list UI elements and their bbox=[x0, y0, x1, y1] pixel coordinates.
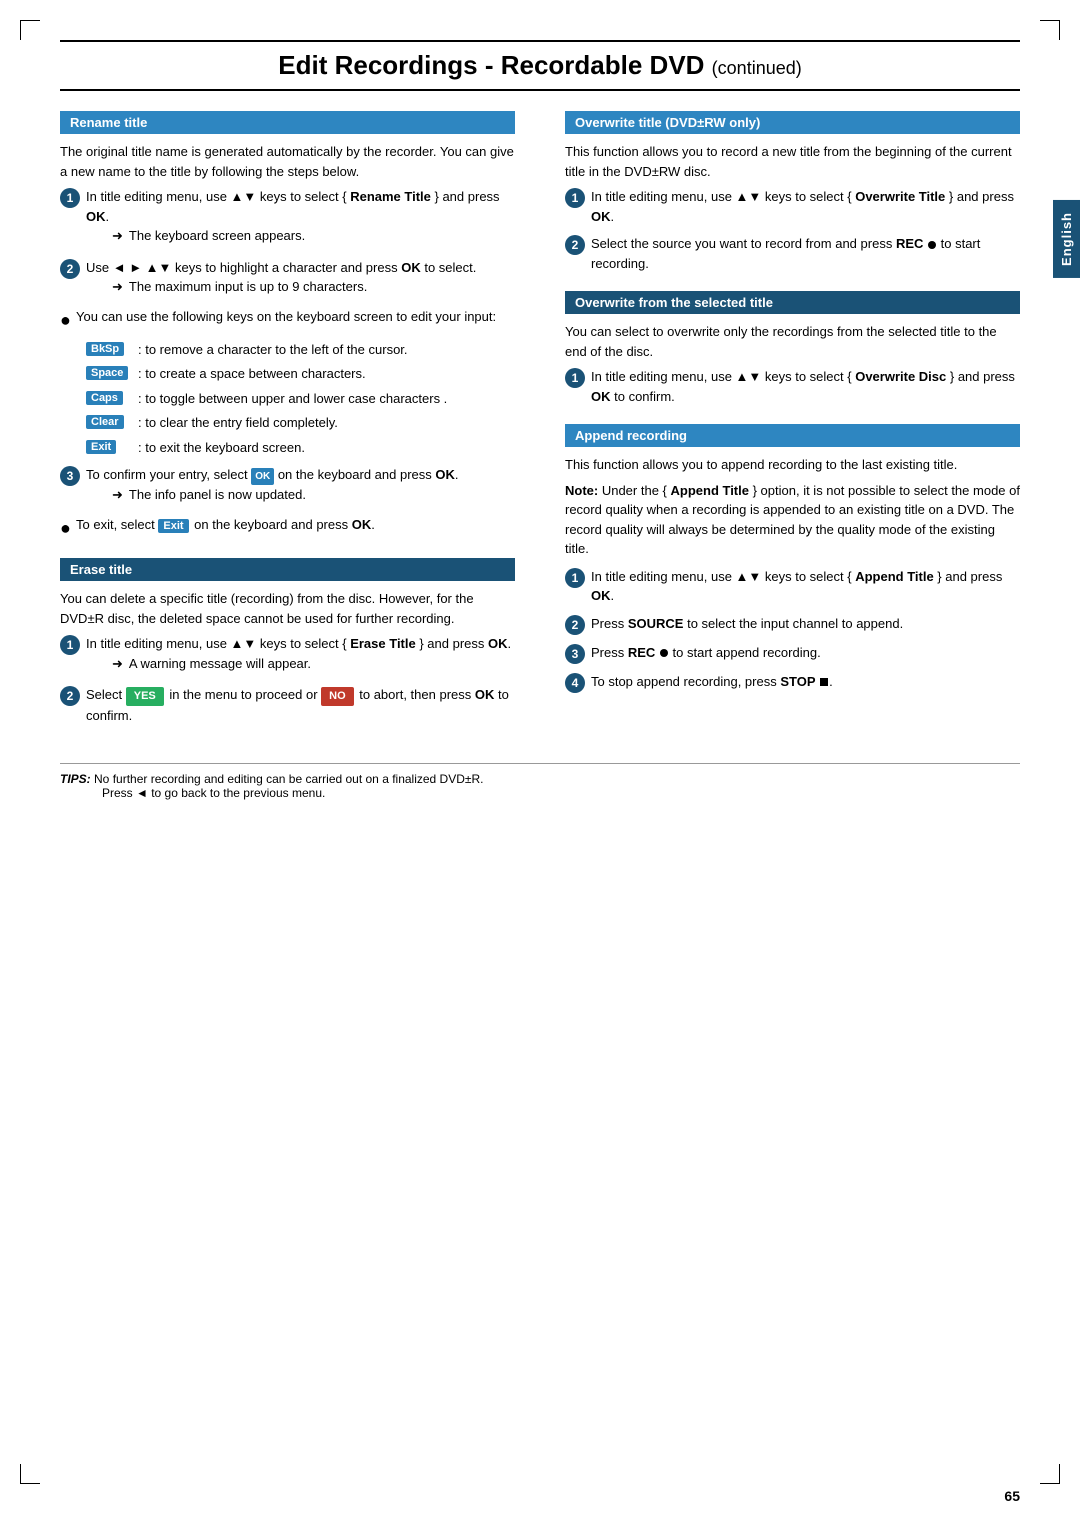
overwrite-title-section: Overwrite title (DVD±RW only) This funct… bbox=[565, 111, 1020, 273]
append-step-number-2: 2 bbox=[565, 615, 585, 635]
tips-section: TIPS: No further recording and editing c… bbox=[60, 763, 1020, 800]
overwrite-step-1: 1 In title editing menu, use ▲▼ keys to … bbox=[565, 187, 1020, 226]
rename-step-1: 1 In title editing menu, use ▲▼ keys to … bbox=[60, 187, 515, 250]
tips-line2: Press ◄ to go back to the previous menu. bbox=[102, 786, 325, 800]
append-step-1: 1 In title editing menu, use ▲▼ keys to … bbox=[565, 567, 1020, 606]
append-step-3: 3 Press REC to start append recording. bbox=[565, 643, 1020, 664]
append-recording-header: Append recording bbox=[565, 424, 1020, 447]
overwrite-selected-header: Overwrite from the selected title bbox=[565, 291, 1020, 314]
step-number-3: 3 bbox=[60, 466, 80, 486]
overwrite-title-header: Overwrite title (DVD±RW only) bbox=[565, 111, 1020, 134]
append-step-number-4: 4 bbox=[565, 673, 585, 693]
key-bksp: BkSp : to remove a character to the left… bbox=[86, 340, 515, 360]
language-tab: English bbox=[1053, 200, 1080, 278]
overwrite-selected-intro: You can select to overwrite only the rec… bbox=[565, 322, 1020, 361]
corner-mark-bl bbox=[20, 1464, 40, 1484]
rename-title-header: Rename title bbox=[60, 111, 515, 134]
erase-step-2: 2 Select YES in the menu to proceed or N… bbox=[60, 685, 515, 725]
append-step-number-1: 1 bbox=[565, 568, 585, 588]
erase-step-number-2: 2 bbox=[60, 686, 80, 706]
rename-title-intro: The original title name is generated aut… bbox=[60, 142, 515, 181]
overwrite-selected-step-1: 1 In title editing menu, use ▲▼ keys to … bbox=[565, 367, 1020, 406]
overwrite-step-number-2: 2 bbox=[565, 235, 585, 255]
erase-step-1: 1 In title editing menu, use ▲▼ keys to … bbox=[60, 634, 515, 677]
left-column: Rename title The original title name is … bbox=[60, 111, 525, 743]
step-number-1: 1 bbox=[60, 188, 80, 208]
corner-mark-tl bbox=[20, 20, 40, 40]
append-recording-section: Append recording This function allows yo… bbox=[565, 424, 1020, 693]
key-space: Space : to create a space between charac… bbox=[86, 364, 515, 384]
rename-step-3: 3 To confirm your entry, select OK on th… bbox=[60, 465, 515, 509]
overwrite-step-number-1: 1 bbox=[565, 188, 585, 208]
erase-step-number-1: 1 bbox=[60, 635, 80, 655]
corner-mark-br bbox=[1040, 1464, 1060, 1484]
overwrite-selected-step-number-1: 1 bbox=[565, 368, 585, 388]
append-note: Note: Under the { Append Title } option,… bbox=[565, 481, 1020, 559]
overwrite-title-intro: This function allows you to record a new… bbox=[565, 142, 1020, 181]
tips-line1: No further recording and editing can be … bbox=[94, 772, 483, 786]
append-step-4: 4 To stop append recording, press STOP . bbox=[565, 672, 1020, 693]
append-recording-intro: This function allows you to append recor… bbox=[565, 455, 1020, 475]
overwrite-step-2: 2 Select the source you want to record f… bbox=[565, 234, 1020, 273]
rename-step-2: 2 Use ◄ ► ▲▼ keys to highlight a charact… bbox=[60, 258, 515, 301]
key-clear: Clear : to clear the entry field complet… bbox=[86, 413, 515, 433]
append-step-number-3: 3 bbox=[565, 644, 585, 664]
step-number-2: 2 bbox=[60, 259, 80, 279]
append-step-2: 2 Press SOURCE to select the input chann… bbox=[565, 614, 1020, 635]
overwrite-selected-section: Overwrite from the selected title You ca… bbox=[565, 291, 1020, 406]
corner-mark-tr bbox=[1040, 20, 1060, 40]
erase-title-intro: You can delete a specific title (recordi… bbox=[60, 589, 515, 628]
page-title: Edit Recordings - Recordable DVD (contin… bbox=[60, 40, 1020, 91]
right-column: Overwrite title (DVD±RW only) This funct… bbox=[555, 111, 1020, 743]
exit-bullet: ● To exit, select Exit on the keyboard a… bbox=[60, 517, 515, 540]
page-number: 65 bbox=[1004, 1488, 1020, 1504]
tips-label: TIPS: bbox=[60, 772, 91, 786]
keyboard-keys-intro: ● You can use the following keys on the … bbox=[60, 309, 515, 332]
key-caps: Caps : to toggle between upper and lower… bbox=[86, 389, 515, 409]
erase-title-header: Erase title bbox=[60, 558, 515, 581]
erase-title-section: Erase title You can delete a specific ti… bbox=[60, 558, 515, 725]
rename-title-section: Rename title The original title name is … bbox=[60, 111, 515, 540]
key-table: BkSp : to remove a character to the left… bbox=[86, 340, 515, 458]
key-exit: Exit : to exit the keyboard screen. bbox=[86, 438, 515, 458]
